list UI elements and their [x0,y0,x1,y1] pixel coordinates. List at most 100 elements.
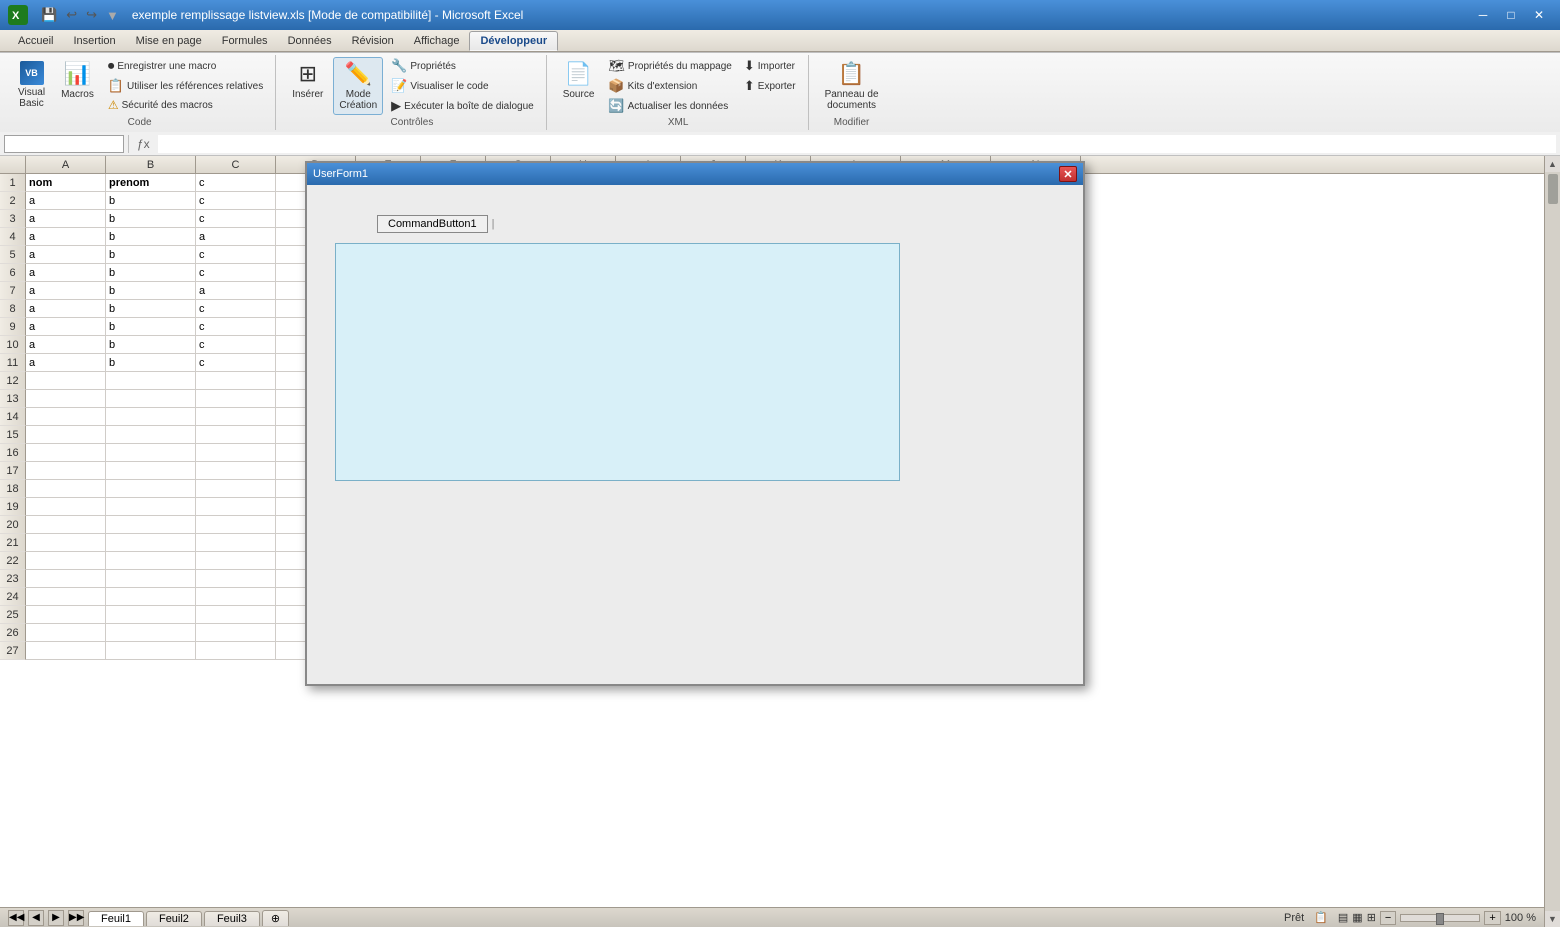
tab-accueil[interactable]: Accueil [8,32,63,50]
close-btn[interactable]: ✕ [1526,5,1552,25]
vba-listbox[interactable] [335,243,900,481]
xml-group-content: 📄 Source 🗺 Propriétés du mappage 📦 Kits … [557,57,800,115]
xml-small-buttons2: ⬇ Importer ⬆ Exporter [740,57,800,95]
exporter-label: Exporter [758,81,796,92]
panneau-icon: 📋 [838,61,865,87]
view-break-icon[interactable]: ⊞ [1367,911,1376,924]
formula-input[interactable] [158,135,1556,153]
tab-affichage[interactable]: Affichage [404,32,470,50]
sheet-tab-feuil2[interactable]: Feuil2 [146,911,202,926]
save-quick-btn[interactable]: 💾 [38,6,60,24]
actualiser-label: Actualiser les données [628,101,729,112]
zoom-plus-btn[interactable]: + [1484,911,1500,925]
excel-icon: X [8,5,28,25]
fx-label: ƒx [133,137,154,151]
macros-label: Macros [61,89,94,100]
sheet-nav-prev[interactable]: ◀ [28,910,44,926]
sheet-tab-new[interactable]: ⊕ [262,910,289,926]
macros-icon: 📊 [64,61,91,87]
proprietes-mappage-btn[interactable]: 🗺 Propriétés du mappage [604,57,735,75]
enregistrer-label: Enregistrer une macro [117,61,216,72]
sheet-tab-feuil1[interactable]: Feuil1 [88,911,144,926]
tab-donnees[interactable]: Données [278,32,342,50]
maximize-btn[interactable]: □ [1498,5,1524,25]
xml-group-label: XML [668,117,689,128]
dialog-close-btn[interactable]: ✕ [1059,166,1077,182]
window-title: exemple remplissage listview.xls [Mode d… [132,8,523,22]
actualiser-btn[interactable]: 🔄 Actualiser les données [604,97,735,115]
tab-insertion[interactable]: Insertion [63,32,125,50]
zoom-slider[interactable] [1400,914,1480,922]
proprietes-label: Propriétés [410,61,456,72]
qa-dropdown[interactable]: ▼ [103,7,122,24]
exporter-btn[interactable]: ⬆ Exporter [740,77,800,95]
sheet-and-scroll: A B C D E F G H I J K L M N [0,156,1544,927]
main-content: A B C D E F G H I J K L M N [0,156,1560,927]
inserer-btn[interactable]: ⊞ Insérer [286,57,329,104]
securite-macros-btn[interactable]: ⚠ Sécurité des macros [104,97,267,113]
executer-label: Exécuter la boîte de dialogue [404,101,534,112]
dialog-content: CommandButton1 | [307,185,1083,684]
formula-bar-separator [128,135,129,153]
undo-btn[interactable]: ↩ [63,6,80,24]
zoom-thumb [1436,913,1444,925]
minimize-btn[interactable]: ─ [1470,5,1496,25]
sheet-nav-first[interactable]: ◀◀ [8,910,24,926]
controles-small-buttons: 🔧 Propriétés 📝 Visualiser le code ▶ Exéc… [387,57,538,115]
redo-btn[interactable]: ↪ [83,6,100,24]
excel-window: X 💾 ↩ ↪ ▼ exemple remplissage listview.x… [0,0,1560,927]
importer-label: Importer [758,61,795,72]
svg-text:X: X [12,10,20,22]
references-relatives-btn[interactable]: 📋 Utiliser les références relatives [104,77,267,95]
code-group-content: VB VisualBasic 📊 Macros ⏺ Enregistrer un… [12,57,267,115]
zoom-minus-btn[interactable]: − [1380,911,1396,925]
ribbon-content: VB VisualBasic 📊 Macros ⏺ Enregistrer un… [0,52,1560,132]
zoom-level: 100 % [1505,912,1536,924]
tab-developpeur[interactable]: Développeur [469,31,558,51]
proprietes-btn[interactable]: 🔧 Propriétés [387,57,538,75]
status-bar-right: Prêt 📋 ▤ ▦ ⊞ − + 100 % [1284,911,1536,925]
securite-label: Sécurité des macros [122,100,213,111]
sheet-nav-next[interactable]: ▶ [48,910,64,926]
macros-btn[interactable]: 📊 Macros [55,57,100,104]
tab-formules[interactable]: Formules [212,32,278,50]
importer-btn[interactable]: ⬇ Importer [740,57,800,75]
references-label: Utiliser les références relatives [127,81,263,92]
scroll-down-btn[interactable]: ▼ [1545,911,1560,927]
mappage-label: Propriétés du mappage [628,61,732,72]
kits-extension-btn[interactable]: 📦 Kits d'extension [604,77,735,95]
source-label: Source [563,89,595,100]
vb-icon-shape: VB [20,61,44,85]
command-button-1[interactable]: CommandButton1 [377,215,488,233]
panneau-label: Panneau dedocuments [825,89,879,111]
title-bar: X 💾 ↩ ↪ ▼ exemple remplissage listview.x… [0,0,1560,30]
scroll-thumb[interactable] [1548,174,1558,204]
panneau-documents-btn[interactable]: 📋 Panneau dedocuments [819,57,885,115]
scroll-track [1547,174,1559,909]
view-layout-icon[interactable]: ▦ [1352,911,1362,924]
mode-creation-btn[interactable]: ✏️ ModeCréation [333,57,383,115]
source-icon: 📄 [565,61,592,87]
visualiser-label: Visualiser le code [410,81,488,92]
enregistrer-macro-btn[interactable]: ⏺ Enregistrer une macro [104,57,267,75]
proprietes-icon: 🔧 [391,58,407,74]
executer-boite-btn[interactable]: ▶ Exécuter la boîte de dialogue [387,97,538,115]
tab-mise-en-page[interactable]: Mise en page [126,32,212,50]
sheet-nav-last[interactable]: ▶▶ [68,910,84,926]
visual-basic-btn[interactable]: VB VisualBasic [12,57,51,113]
tab-revision[interactable]: Révision [342,32,404,50]
window-controls: ─ □ ✕ [1470,5,1552,25]
sheet-tabs: Feuil1 Feuil2 Feuil3 ⊕ [88,910,291,926]
visualiser-icon: 📝 [391,78,407,94]
formula-bar: ƒx [0,132,1560,156]
userform-dialog: UserForm1 ✕ CommandButton1 | [305,161,1085,686]
visualiser-code-btn[interactable]: 📝 Visualiser le code [387,77,538,95]
scroll-up-btn[interactable]: ▲ [1545,156,1560,172]
view-normal-icon[interactable]: ▤ [1338,911,1348,924]
source-btn[interactable]: 📄 Source [557,57,601,104]
sheet-tab-feuil3[interactable]: Feuil3 [204,911,260,926]
inserer-icon: ⊞ [299,61,317,87]
xml-small-buttons: 🗺 Propriétés du mappage 📦 Kits d'extensi… [604,57,735,115]
quick-access-toolbar: 💾 ↩ ↪ ▼ [34,6,126,24]
name-box[interactable] [4,135,124,153]
